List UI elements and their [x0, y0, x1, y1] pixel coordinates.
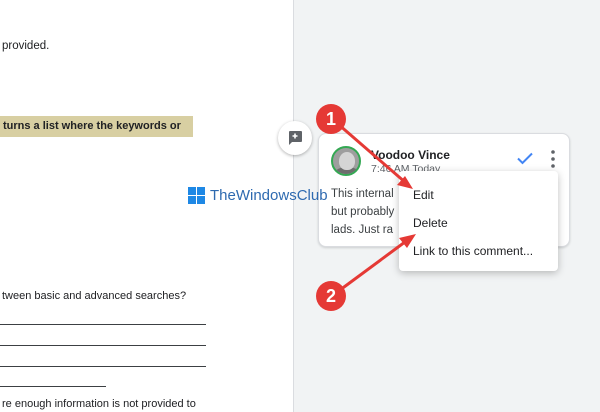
menu-item-delete[interactable]: Delete [399, 209, 558, 237]
watermark: TheWindowsClub [188, 187, 328, 204]
document-page[interactable]: provided. turns a list where the keyword… [0, 0, 294, 412]
add-comment-icon [289, 131, 302, 145]
annotation-badge-2: 2 [316, 281, 346, 311]
answer-line [0, 324, 206, 325]
avatar [331, 146, 361, 176]
highlighted-text-content: turns a list where the keywords or [3, 120, 181, 132]
more-vert-icon[interactable] [545, 148, 561, 170]
answer-line [0, 366, 206, 367]
add-comment-button[interactable] [278, 121, 312, 155]
menu-item-edit[interactable]: Edit [399, 181, 558, 209]
document-text-line: re enough information is not provided to [2, 398, 196, 410]
document-text-line: provided. [2, 40, 50, 52]
comment-options-menu: Edit Delete Link to this comment... [399, 171, 558, 271]
comment-author: Voodoo Vince [371, 148, 450, 162]
checkmark-icon[interactable] [515, 148, 535, 168]
annotation-badge-1: 1 [316, 104, 346, 134]
windows-logo-icon [188, 187, 205, 204]
menu-item-link-to-comment[interactable]: Link to this comment... [399, 237, 558, 265]
document-text-line: tween basic and advanced searches? [2, 290, 187, 302]
highlighted-text[interactable]: turns a list where the keywords or [0, 116, 193, 137]
answer-line [0, 386, 106, 387]
answer-line [0, 345, 206, 346]
watermark-text: TheWindowsClub [210, 187, 328, 204]
